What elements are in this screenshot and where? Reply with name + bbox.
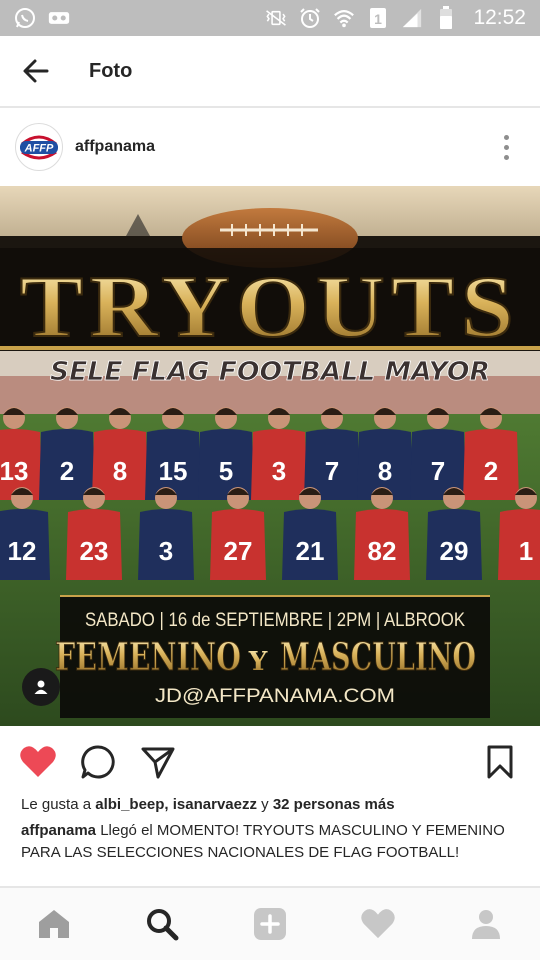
jersey-number: 23 [80,536,109,566]
image-subheadline: SELE FLAG FOOTBALL MAYOR [50,357,490,387]
jersey-number: 15 [159,456,188,486]
image-category-join: Y [248,647,268,677]
jersey-number: 5 [219,456,233,486]
share-icon[interactable] [138,742,178,782]
jersey-number: 8 [113,456,127,486]
jersey-number: 27 [224,536,253,566]
image-category-left: FEMENINO [55,634,241,679]
vibrate-icon [265,7,287,29]
image-category-right: MASCULINO [280,634,476,679]
signal-icon [401,7,423,29]
post-actions [0,736,540,788]
image-info-line: SABADO | 16 de SEPTIEMBRE | 2PM | ALBROO… [85,610,465,631]
battery-icon [435,6,457,29]
home-icon[interactable] [24,894,84,954]
image-email: JD@AFFPANAMA.COM [155,686,395,707]
jersey-number: 3 [272,456,286,486]
likes-users[interactable]: albi_beep, isanarvaezz [95,796,257,813]
jersey-number: 12 [8,536,37,566]
wifi-icon [333,7,355,29]
jersey-number: 1 [519,536,533,566]
like-heart-icon[interactable] [18,742,58,782]
jersey-number: 13 [0,456,28,486]
jersey-number: 2 [60,456,74,486]
jersey-number: 2 [484,456,498,486]
search-icon[interactable] [132,894,192,954]
jersey-number: 8 [378,456,392,486]
likes-summary[interactable]: Le gusta a albi_beep, isanarvaezz y 32 p… [21,796,395,813]
back-arrow-icon[interactable] [0,35,72,107]
avatar[interactable]: AFFP [15,123,63,171]
activity-icon[interactable] [348,894,408,954]
profile-icon[interactable] [456,894,516,954]
jersey-number: 29 [440,536,469,566]
image-headline: TRYOUTS [20,259,520,356]
jersey-number: 3 [159,536,173,566]
voicemail-icon [48,7,70,29]
likes-prefix: Le gusta a [21,796,96,813]
bottom-nav [0,886,540,960]
post-username[interactable]: affpanama [75,138,155,156]
svg-text:1: 1 [375,11,383,27]
caption-author[interactable]: affpanama [21,822,96,839]
add-icon[interactable] [240,894,300,954]
likes-others[interactable]: 32 personas más [273,796,395,813]
bookmark-icon[interactable] [480,742,520,782]
more-options-icon[interactable] [494,127,518,167]
sim-1-icon: 1 [367,7,389,29]
comment-icon[interactable] [78,742,118,782]
status-time: 12:52 [473,6,526,29]
post-image[interactable]: TRYOUTS SELE FLAG FOOTBALL MAYOR 13 2 8 15 5… [0,186,540,726]
top-bar: Foto [0,36,540,108]
post-caption: affpanama Llegó el MOMENTO! TRYOUTS MASC… [21,820,521,864]
jersey-number: 7 [325,456,339,486]
status-bar: 1 12:52 [0,0,540,36]
whatsapp-icon [14,7,36,29]
post-header: AFFP affpanama [0,108,540,186]
avatar-logo-text: AFFP [24,143,54,155]
jersey-number: 21 [296,536,325,566]
user-tag-icon[interactable] [22,668,60,706]
jersey-number: 82 [368,536,397,566]
jersey-number: 7 [431,456,445,486]
likes-connector: y [256,796,273,813]
page-title: Foto [89,59,133,82]
alarm-icon [299,7,321,29]
